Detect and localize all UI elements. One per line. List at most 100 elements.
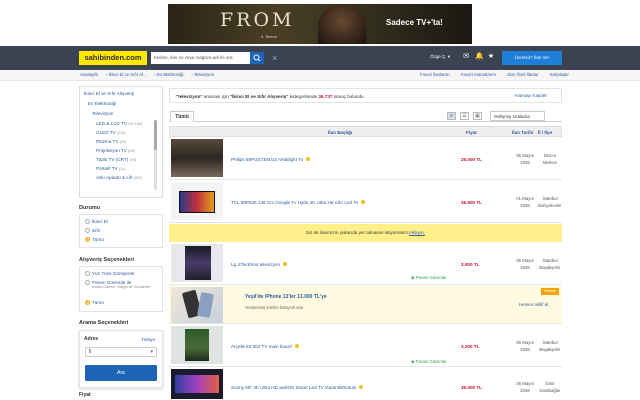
table-row[interactable]: Sunny 65" 4K Ultra HD webOS Smart Led TV… xyxy=(169,368,562,400)
listing-thumbnail[interactable] xyxy=(171,326,223,364)
listing-location: İstanbul Başakşehir xyxy=(539,258,561,270)
quick-link-favorites[interactable]: Favori İlanlarım xyxy=(420,72,450,77)
listing-title[interactable]: TCL 58P635 148 Cm Google Tv Uydu 4K Ultr… xyxy=(231,200,366,205)
search-button[interactable] xyxy=(250,52,264,64)
ad-thumbnail[interactable] xyxy=(171,287,223,323)
bold-badge-icon xyxy=(359,385,364,389)
result-summary: "televizyon" araması için "İkinci El ve … xyxy=(169,88,562,103)
breadcrumb-item[interactable]: Televizyon xyxy=(194,72,214,77)
category-item[interactable]: OLED TV (226) xyxy=(96,130,126,135)
bold-badge-icon xyxy=(294,344,299,348)
listing-thumbnail[interactable] xyxy=(171,139,223,177)
column-title[interactable]: İlan Başlığı xyxy=(328,130,352,135)
province-select[interactable]: İl xyxy=(85,347,157,357)
column-location[interactable]: İl / İlçe xyxy=(538,130,552,135)
sort-select[interactable]: Gelişmiş sıralama xyxy=(490,111,545,121)
condition-option-all[interactable]: Tümü xyxy=(85,237,104,242)
category-item[interactable]: Plazma TV (63) xyxy=(96,139,126,144)
category-tree: İkinci El ve Sıfır Alışveriş Ev Elektron… xyxy=(79,86,163,198)
bell-icon[interactable]: 🔔 xyxy=(475,53,484,61)
search-submit-button[interactable]: Ara xyxy=(85,365,157,381)
category-level3[interactable]: Televizyon xyxy=(92,111,113,116)
quick-link-for-you[interactable]: Size Özel İlanlar xyxy=(507,72,538,77)
search-options-title: Arama Seçenekleri xyxy=(79,320,129,326)
listing-price: 26.900 TL xyxy=(461,200,482,205)
notice-link[interactable]: tıklayın. xyxy=(409,230,425,235)
shopping-option-all[interactable]: Tümü xyxy=(85,300,104,305)
listing-location: Düzce Merkez xyxy=(542,153,558,165)
condition-option-used[interactable]: İkinci El xyxy=(85,219,108,224)
listing-title[interactable]: Arçelik 82-203 TV main board xyxy=(231,344,299,349)
scrollbar-thumb[interactable] xyxy=(154,120,157,150)
category-root[interactable]: İkinci El ve Sıfır Alışveriş xyxy=(84,91,134,96)
quick-link-saved-searches[interactable]: Favori Aramalarım xyxy=(461,72,496,77)
listing-title[interactable]: Sunny 65" 4K Ultra HD webOS Smart Led TV… xyxy=(231,385,364,390)
table-row[interactable]: Lg 47lw10mo televizyon ◉ Param Güvende 3… xyxy=(169,243,562,285)
bold-badge-icon xyxy=(361,200,366,204)
site-logo[interactable]: sahibinden.com xyxy=(79,51,147,65)
column-date[interactable]: İlan Tarihi xyxy=(512,130,533,135)
listing-title[interactable]: Lg 47lw10mo televizyon xyxy=(231,262,288,267)
table-row[interactable]: TCL 58P635 148 Cm Google Tv Uydu 4K Ultr… xyxy=(169,181,562,223)
ad-subtitle: Yenilenmiş telefon kolaycık sari xyxy=(245,305,304,310)
table-row[interactable]: Philips 58PUS7304/12 Ambilight Tv 25.000… xyxy=(169,138,562,180)
category-item[interactable]: Projeksiyon TV (63) xyxy=(96,148,135,153)
banner-title: FROM xyxy=(220,9,295,31)
category-level2[interactable]: Ev Elektroniği xyxy=(88,101,116,106)
quick-link-compare[interactable]: Karşılaştır xyxy=(550,72,569,77)
category-item[interactable]: Tüplü TV (CRT) (60) xyxy=(96,157,136,162)
banner-brand: Sadece TV+'ta! xyxy=(386,18,443,27)
category-item[interactable]: Portatif TV (11) xyxy=(96,166,125,171)
bold-badge-icon xyxy=(283,262,288,266)
sponsored-listing[interactable]: Yeşil'de iPhone 13'ler 13.000 TL'ye Yeni… xyxy=(169,286,562,324)
clear-search-icon[interactable]: × xyxy=(272,52,277,64)
breadcrumb-item[interactable]: Ev Elektroniği xyxy=(157,72,183,77)
shopping-option-face-to-face[interactable]: Yüz Yüze Görüşerek xyxy=(85,271,134,276)
shopping-option-param-guvende[interactable]: Param Güvende ile Kartla Ödeme, Kargo ile… xyxy=(85,280,152,290)
save-search-link[interactable]: Aramayı Kaydet xyxy=(514,93,547,98)
notice-text: Siz de ilanınızın yukarıda yer almasını … xyxy=(306,230,410,235)
param-guvende-badge: ◉ Param Güvende xyxy=(411,359,447,364)
condition-title: Durumu xyxy=(79,205,101,211)
listing-title[interactable]: Philips 58PUS7304/12 Ambilight Tv xyxy=(231,157,311,162)
column-price[interactable]: Fiyat xyxy=(466,130,477,135)
list-view-icon[interactable]: ≡ xyxy=(447,112,456,120)
category-scrollbar[interactable] xyxy=(154,120,157,190)
search-term: "televizyon" xyxy=(176,94,203,99)
results-table-header: İlan Başlığı Fiyat İlan Tarihi İl / İlçe xyxy=(169,126,562,137)
listing-date: 01 Mayıs 2026 xyxy=(516,196,534,208)
summary-text: kategorisinde xyxy=(288,94,319,99)
search-category: "İkinci El ve Sıfır Alışveriş" xyxy=(229,94,289,99)
address-country-link[interactable]: Türkiye xyxy=(141,337,155,342)
condition-option-new[interactable]: Sıfır xyxy=(85,228,100,233)
ad-cta-link[interactable]: Hemen teklif al xyxy=(519,302,548,307)
tab-all[interactable]: Tümü xyxy=(170,111,194,122)
table-row[interactable]: Arçelik 82-203 TV main board ◉ Param Güv… xyxy=(169,325,562,367)
table-view-icon[interactable]: ☰ xyxy=(460,112,469,120)
listing-thumbnail[interactable] xyxy=(171,244,223,282)
user-menu[interactable]: Özge Ç. ▾ xyxy=(430,54,450,60)
radio-icon xyxy=(85,271,90,276)
listing-price: 25.000 TL xyxy=(461,157,482,162)
breadcrumb-item[interactable]: Anasayfa xyxy=(80,72,98,77)
search-input[interactable]: Kelime, ilan no veya mağaza adı ile ara xyxy=(151,52,250,64)
listing-thumbnail[interactable] xyxy=(171,369,223,399)
param-guvende-badge: ◉ Param Güvende xyxy=(411,275,447,280)
quick-links: Favori İlanlarım Favori Aramalarım Size … xyxy=(420,72,579,77)
banner-ad[interactable]: FROM 4. Sezon Sadece TV+'ta! xyxy=(168,4,472,44)
address-label: Adres xyxy=(84,336,99,342)
listing-date: 06 Mayıs 2026 xyxy=(516,258,534,270)
breadcrumb-item[interactable]: İkinci El ve Sıfır Al... xyxy=(109,72,147,77)
grid-view-icon[interactable]: ▦ xyxy=(473,112,482,120)
message-icon[interactable]: ✉ xyxy=(462,53,470,61)
radio-selected-icon xyxy=(85,300,90,305)
banner-image xyxy=(318,6,366,44)
radio-selected-icon xyxy=(85,237,90,242)
listing-thumbnail[interactable] xyxy=(171,182,223,220)
star-icon[interactable]: ★ xyxy=(487,53,495,61)
category-item[interactable]: LED & LCD TV (30.169) xyxy=(96,121,142,126)
listing-location: İstanbul Bahçelievler xyxy=(538,196,562,208)
post-ad-button[interactable]: Ücretsiz* İlan Ver xyxy=(502,51,562,65)
ad-title[interactable]: Yeşil'de iPhone 13'ler 13.000 TL'ye xyxy=(245,294,327,300)
category-item[interactable]: Askı Aparatı & Lift (552) xyxy=(96,175,143,180)
